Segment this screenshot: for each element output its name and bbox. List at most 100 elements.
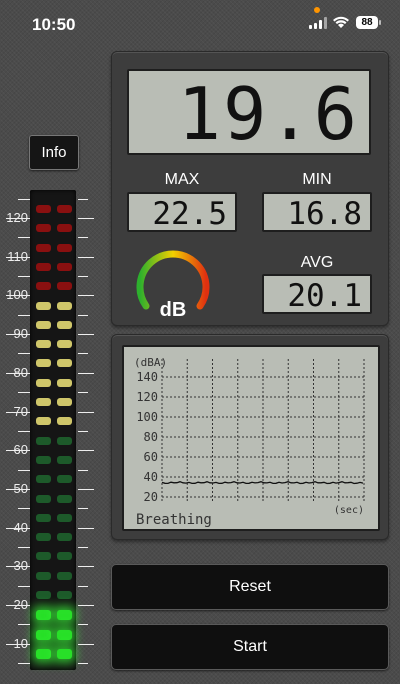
- meter-led: [36, 610, 51, 621]
- db-gauge-icon: dB: [136, 250, 210, 320]
- meter-tick: [18, 585, 30, 587]
- meter-led: [36, 513, 51, 522]
- meter-tick: [78, 334, 94, 336]
- avg-value-display: 20.1: [262, 274, 372, 314]
- max-value-display: 22.5: [127, 192, 237, 232]
- meter-led: [57, 436, 72, 445]
- meter-tick: [6, 411, 30, 413]
- meter-led: [36, 205, 51, 213]
- graph-y-tick-label: 140: [136, 370, 158, 384]
- min-value-display: 16.8: [262, 192, 372, 232]
- meter-tick: [78, 643, 94, 645]
- meter-tick: [78, 663, 88, 665]
- meter-led: [36, 320, 51, 329]
- meter-led: [57, 224, 72, 233]
- meter-led: [57, 243, 72, 252]
- meter-led: [57, 552, 72, 561]
- meter-tick: [6, 605, 30, 606]
- meter-led: [57, 398, 72, 406]
- meter-led: [36, 340, 51, 349]
- meter-led: [36, 301, 51, 310]
- meter-led: [57, 629, 72, 640]
- meter-led: [57, 610, 72, 621]
- meter-led: [57, 262, 72, 271]
- info-button[interactable]: Info: [29, 135, 79, 170]
- meter-led: [57, 205, 72, 213]
- graph-y-tick-label: 120: [136, 390, 158, 404]
- meter-tick: [78, 392, 88, 394]
- battery-icon: 88: [356, 16, 381, 29]
- meter-tick: [18, 276, 30, 278]
- meter-tick: [18, 663, 30, 665]
- meter-tick: [6, 372, 30, 374]
- wifi-icon: [333, 16, 349, 28]
- meter-tick: [78, 527, 94, 529]
- meter-led: [57, 533, 72, 542]
- meter-tick: [6, 450, 30, 452]
- meter-led: [57, 571, 72, 580]
- meter-led: [57, 513, 72, 522]
- meter-tick: [18, 392, 30, 394]
- meter-led: [36, 591, 51, 599]
- max-label: MAX: [164, 171, 200, 188]
- meter-led: [57, 475, 72, 484]
- graph-y-tick-label: 40: [144, 470, 158, 484]
- meter-tick: [78, 198, 88, 200]
- privacy-indicator: [314, 7, 320, 13]
- meter-led: [57, 340, 72, 349]
- meter-tick: [6, 643, 30, 645]
- graph-y-tick-label: 100: [136, 410, 158, 424]
- meter-tick: [18, 237, 30, 239]
- meter-tick: [78, 237, 88, 239]
- history-graph: 140 120 100 80 60 40 20 (dBA) (sec) Breathing: [122, 345, 380, 531]
- reset-button[interactable]: Reset: [111, 564, 389, 610]
- meter-tick: [6, 566, 30, 568]
- meter-led: [36, 455, 51, 464]
- meter-led: [57, 320, 72, 329]
- meter-led: [57, 455, 72, 464]
- meter-led: [36, 629, 51, 640]
- meter-led: [57, 359, 72, 368]
- meter-led: [36, 436, 51, 445]
- meter-tick: [18, 624, 30, 626]
- meter-tick: [6, 334, 30, 336]
- graph-x-unit: (sec): [334, 505, 364, 516]
- meter-led: [36, 378, 51, 387]
- meter-tick: [18, 469, 30, 471]
- meter-led: [36, 262, 51, 271]
- meter-tick: [78, 488, 94, 490]
- meter-led: [36, 552, 51, 561]
- meter-tick: [78, 256, 94, 258]
- meter-led: [36, 243, 51, 252]
- meter-tick: [78, 546, 88, 548]
- meter-tick: [6, 256, 30, 258]
- meter-led: [57, 378, 72, 387]
- meter-tick: [78, 624, 88, 626]
- graph-y-tick-label: 20: [144, 490, 158, 504]
- meter-led: [57, 282, 72, 291]
- meter-led: [57, 591, 72, 599]
- meter-tick: [78, 430, 88, 432]
- meter-tick: [78, 314, 88, 316]
- status-bar: 10:50 88: [0, 0, 400, 50]
- meter-led: [36, 417, 51, 426]
- min-label: MIN: [302, 171, 332, 188]
- meter-tick: [18, 546, 30, 548]
- meter-tick: [78, 353, 88, 355]
- start-button[interactable]: Start: [111, 624, 389, 670]
- meter-tick: [78, 585, 88, 587]
- meter-tick: [6, 295, 30, 297]
- meter-led: [36, 571, 51, 580]
- meter-tick: [78, 450, 94, 452]
- graph-y-tick-label: 60: [144, 450, 158, 464]
- meter-tick: [18, 314, 30, 316]
- meter-tick: [6, 527, 30, 529]
- meter-tick: [18, 430, 30, 432]
- meter-tick: [6, 218, 30, 219]
- meter-led: [57, 417, 72, 426]
- meter-led: [57, 301, 72, 310]
- graph-description: Breathing: [136, 512, 212, 528]
- cellular-signal-icon: [309, 17, 327, 29]
- meter-tick: [18, 508, 30, 510]
- meter-tick: [78, 276, 88, 278]
